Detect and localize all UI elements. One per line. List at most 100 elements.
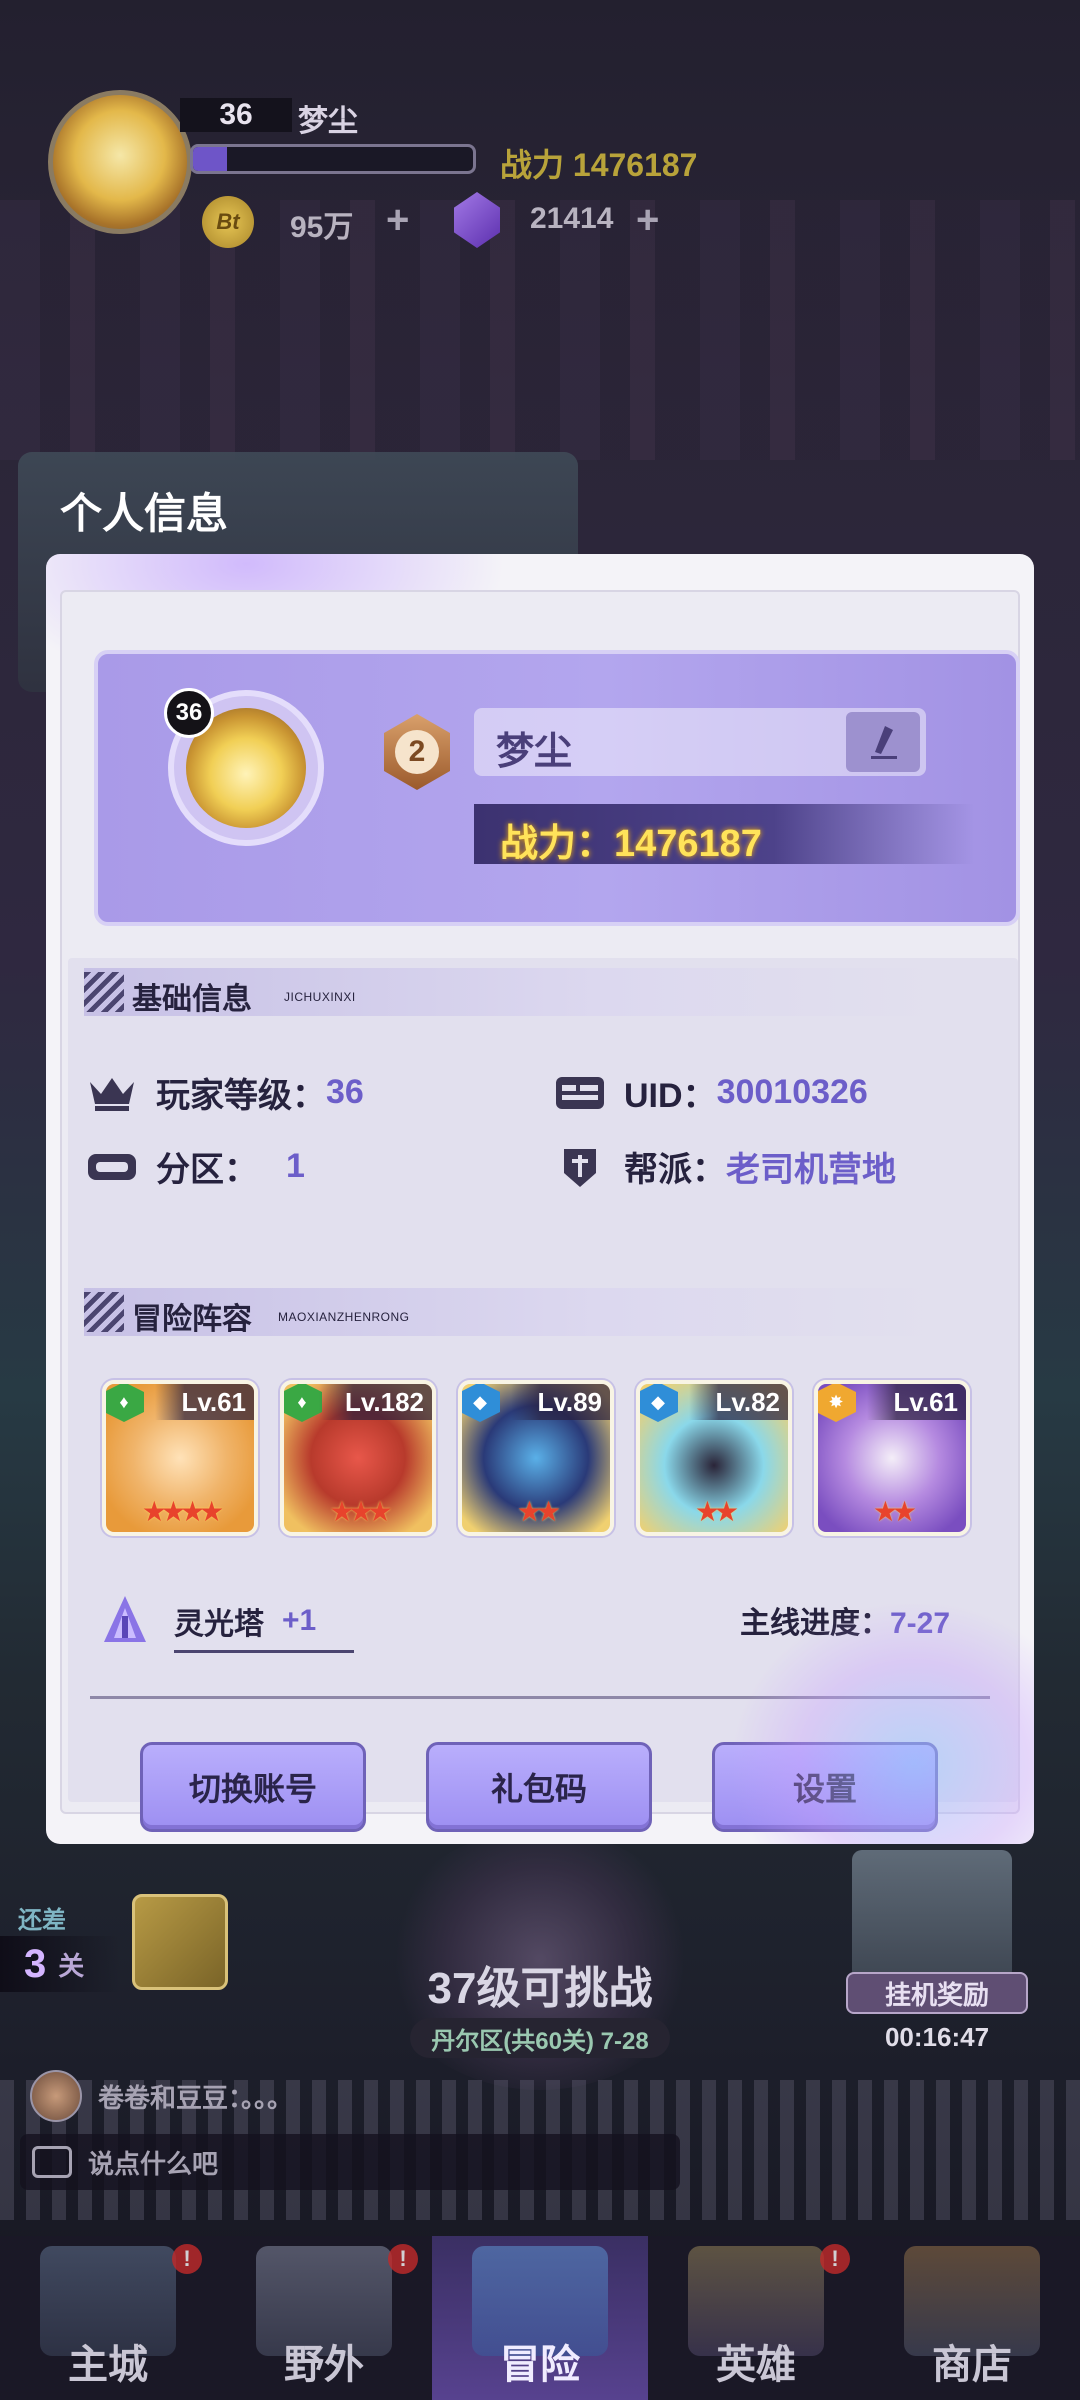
chat-placeholder: 说点什么吧 [88, 2148, 219, 2179]
stripes-icon [84, 972, 124, 1012]
crown-icon [86, 1073, 138, 1113]
chat-avatar [30, 2070, 82, 2122]
nav-label: 主城 [68, 2343, 148, 2387]
divider [90, 1696, 990, 1699]
player-avatar[interactable] [48, 90, 192, 234]
treasure-chest-icon[interactable] [852, 1850, 1012, 1980]
nav-main-city[interactable]: ! 主城 [0, 2236, 216, 2400]
server-icon [86, 1147, 138, 1187]
nav-label: 商店 [932, 2343, 1012, 2387]
guild-row: 帮派： 老司机营地 [554, 1142, 896, 1191]
hero-card[interactable]: ♦ Lv.61 ★★★★ [102, 1380, 258, 1536]
gift-code-button[interactable]: 礼包码 [426, 1742, 652, 1832]
stripes-icon [84, 1292, 124, 1332]
zone-row: 分区： 1 [86, 1142, 305, 1191]
info-panel: 基础信息 JICHUXINXI 玩家等级： 36 UID： 30010326 分… [68, 958, 1018, 1802]
rank-badge-icon: 2 [384, 714, 450, 790]
hero-stars: ★★★★ [141, 1496, 224, 1527]
nav-heroes[interactable]: ! 英雄 [648, 2236, 864, 2400]
lineup-header: 冒险阵容 MAOXIANZHENRONG [84, 1288, 944, 1336]
section-subtitle: JICHUXINXI [284, 990, 356, 1004]
chat-input[interactable]: 说点什么吧 [20, 2134, 680, 2190]
player-level-badge: 36 [180, 98, 292, 132]
player-name: 梦尘 [298, 105, 358, 138]
crystal-tower-icon [104, 1596, 146, 1642]
nav-label: 英雄 [716, 2343, 796, 2387]
uid-value[interactable]: 30010326 [717, 1073, 868, 1112]
guild-label: 帮派： [624, 1151, 726, 1189]
remaining-stages: 3 关 [0, 1936, 120, 1992]
section-title: 冒险阵容 [132, 1303, 252, 1336]
profile-name: 梦尘 [496, 731, 573, 773]
nav-alert-badge: ! [172, 2244, 202, 2274]
player-level-label: 玩家等级： [156, 1077, 326, 1115]
hero-stars: ★★★ [329, 1496, 392, 1527]
guild-value[interactable]: 老司机营地 [726, 1142, 896, 1191]
section-title: 基础信息 [132, 983, 252, 1016]
player-level-value: 36 [326, 1073, 364, 1111]
combat-power: 战力 1476187 [500, 147, 698, 183]
hero-stars: ★★ [516, 1496, 561, 1527]
edit-name-button[interactable] [846, 712, 920, 772]
hero-level: Lv.89 [511, 1384, 610, 1420]
zone-value: 1 [286, 1147, 305, 1185]
gem-amount: 21414 [530, 202, 614, 235]
spirit-tower[interactable]: 灵光塔 +1 [98, 1594, 316, 1648]
name-box: 梦尘 [474, 708, 926, 776]
bottom-nav: ! 主城 ! 野外 冒险 ! 英雄 商店 [0, 2236, 1080, 2400]
hero-level: Lv.61 [867, 1384, 966, 1420]
hero-card[interactable]: ✸ Lv.61 ★★ [814, 1380, 970, 1536]
nav-label: 冒险 [500, 2343, 580, 2387]
nav-wild[interactable]: ! 野外 [216, 2236, 432, 2400]
tower-label: 灵光塔 [174, 1608, 264, 1641]
progress-value: 7-27 [889, 1607, 950, 1640]
hero-level: Lv.82 [689, 1384, 788, 1420]
remaining-count: 3 [24, 1941, 47, 1986]
hero-stars: ★★ [694, 1496, 739, 1527]
basic-info-header: 基础信息 JICHUXINXI [84, 968, 944, 1016]
helmet-icon[interactable] [132, 1894, 228, 1990]
nav-label: 野外 [284, 2343, 364, 2387]
hero-level: Lv.182 [318, 1384, 432, 1420]
add-coins-button[interactable]: + [386, 200, 409, 240]
player-level-row: 玩家等级： 36 [86, 1068, 364, 1117]
dialog-inner-frame: 36 2 梦尘 战力：1476187 基础信息 JICHUXINXI 玩家等级：… [60, 590, 1020, 1832]
remaining-label: 还差 [18, 1907, 66, 1934]
dialog-title: 个人信息 [60, 490, 229, 537]
tower-value: +1 [282, 1604, 317, 1637]
tower-underline [174, 1650, 354, 1653]
nav-shop[interactable]: 商店 [864, 2236, 1080, 2400]
exp-bar-fill [193, 147, 227, 171]
zone-info: 丹尔区(共60关) 7-28 [410, 2018, 670, 2058]
challenge-text[interactable]: 37级可挑战 [400, 1952, 680, 2016]
settings-button[interactable]: 设置 [712, 1742, 938, 1832]
exp-bar [190, 144, 476, 174]
main-progress: 主线进度： 7-27 [740, 1598, 950, 1642]
uid-label: UID： [624, 1077, 717, 1115]
profile-power: 战力：1476187 [500, 823, 762, 865]
zone-label: 分区： [156, 1151, 258, 1189]
profile-card: 36 2 梦尘 战力：1476187 [94, 650, 1020, 926]
add-gems-button[interactable]: + [636, 200, 659, 240]
hero-level: Lv.61 [155, 1384, 254, 1420]
uid-row: UID： 30010326 [554, 1068, 868, 1117]
hero-card[interactable]: ◆ Lv.89 ★★ [458, 1380, 614, 1536]
coin-icon: Bt [202, 196, 254, 248]
chat-bubble-icon [32, 2146, 72, 2178]
power-bar: 战力：1476187 [474, 804, 974, 865]
afk-reward-button[interactable]: 挂机奖励 [846, 1972, 1028, 2014]
hero-stars: ★★ [872, 1496, 917, 1527]
nav-adventure[interactable]: 冒险 [432, 2236, 648, 2400]
remaining-unit: 关 [58, 1950, 85, 1981]
chat-message[interactable]: 卷卷和豆豆：。。。 [30, 2070, 293, 2122]
switch-account-button[interactable]: 切换账号 [140, 1742, 366, 1832]
chat-message-text: 卷卷和豆豆：。。。 [98, 2082, 294, 2113]
coin-amount: 95万 [290, 211, 354, 244]
hero-card[interactable]: ◆ Lv.82 ★★ [636, 1380, 792, 1536]
pencil-icon [871, 726, 897, 759]
id-card-icon [554, 1073, 606, 1113]
hero-card[interactable]: ♦ Lv.182 ★★★ [280, 1380, 436, 1536]
rank-number: 2 [395, 730, 439, 774]
profile-dialog: 36 2 梦尘 战力：1476187 基础信息 JICHUXINXI 玩家等级：… [46, 554, 1034, 1844]
nav-alert-badge: ! [388, 2244, 418, 2274]
